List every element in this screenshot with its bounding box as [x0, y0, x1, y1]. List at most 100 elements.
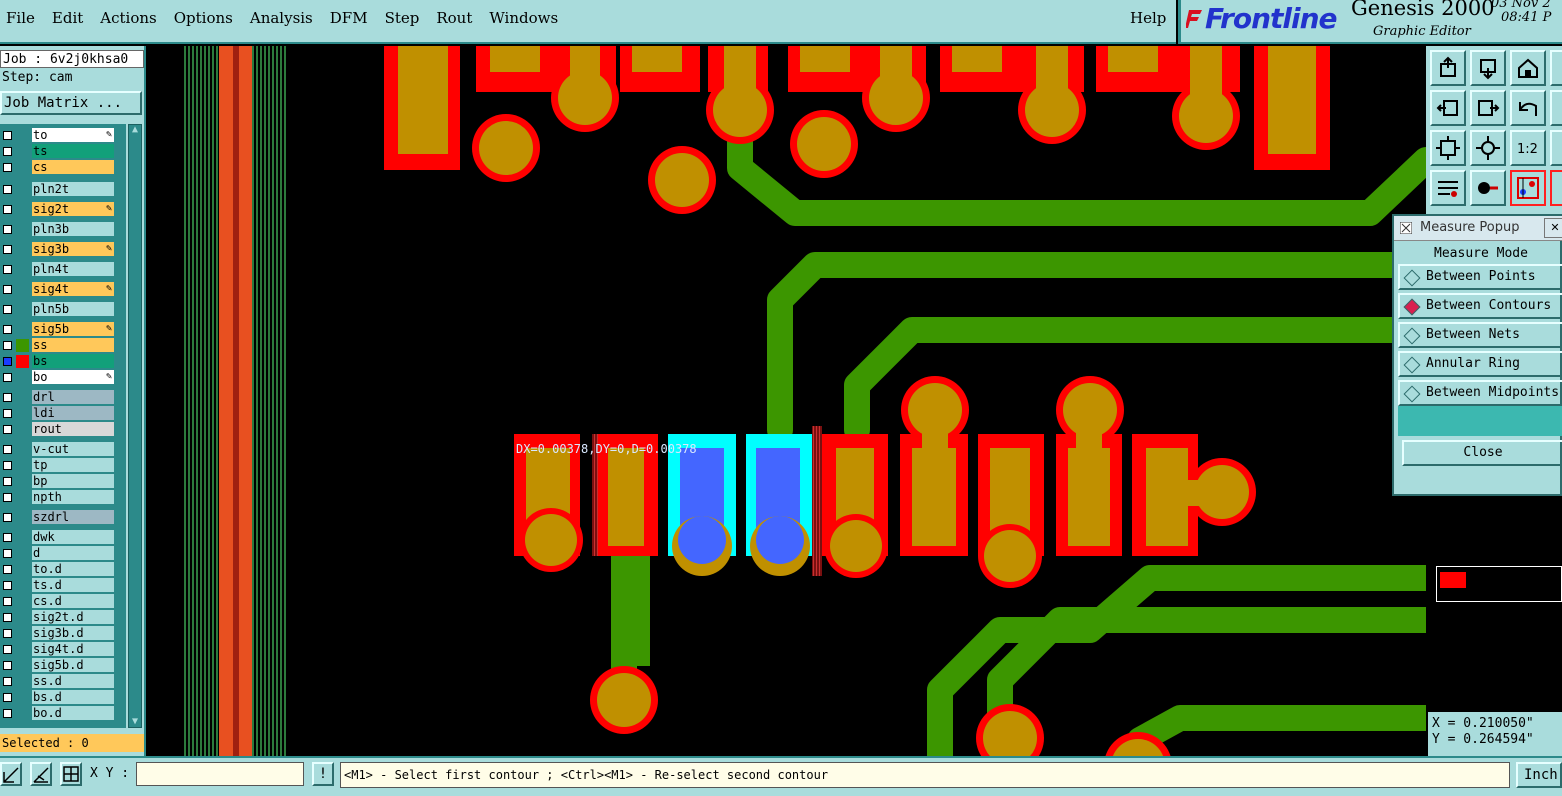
layer-row-bs[interactable]: bs [0, 354, 118, 368]
scroll-up-arrow-icon[interactable]: ▲ [129, 124, 141, 136]
layer-checkbox[interactable] [3, 341, 12, 350]
layer-row-sig5b.d[interactable]: sig5b.d [0, 658, 118, 672]
layer-checkbox[interactable] [3, 425, 12, 434]
layer-row-bo.d[interactable]: bo.d [0, 706, 118, 720]
menu-windows[interactable]: Windows [489, 9, 558, 27]
warning-button[interactable]: ! [312, 762, 334, 786]
menu-file[interactable]: File [6, 9, 35, 27]
mode-between-nets[interactable]: Between Nets [1398, 322, 1562, 348]
menu-help[interactable]: Help [1130, 9, 1166, 27]
zoom-fit-icon[interactable] [1430, 130, 1466, 166]
layer-checkbox[interactable] [3, 409, 12, 418]
layer-checkbox[interactable] [3, 581, 12, 590]
layer-name[interactable]: to ✎ [32, 128, 114, 142]
layer-list-scrollbar[interactable] [128, 124, 142, 728]
layer-name[interactable]: sig4t ✎ [32, 282, 114, 296]
layer-checkbox[interactable] [3, 629, 12, 638]
measure-tool-icon[interactable] [1510, 170, 1546, 206]
layer-row-npth[interactable]: npth [0, 490, 118, 504]
layer-checkbox[interactable] [3, 493, 12, 502]
layer-row-cs.d[interactable]: cs.d [0, 594, 118, 608]
layer-checkbox[interactable] [3, 163, 12, 172]
layer-row-ts.d[interactable]: ts.d [0, 578, 118, 592]
menu-actions[interactable]: Actions [100, 9, 156, 27]
layer-down-icon[interactable] [1470, 50, 1506, 86]
layer-row-ldi[interactable]: ldi [0, 406, 118, 420]
layer-name[interactable]: pln3b [32, 222, 114, 236]
layer-name[interactable]: d [32, 546, 114, 560]
layer-row-pln4t[interactable]: pln4t [0, 262, 118, 276]
window-menu-icon[interactable] [1400, 222, 1412, 234]
layer-checkbox[interactable] [3, 513, 12, 522]
tool-extra-icon[interactable] [1550, 50, 1562, 86]
layer-name[interactable]: npth [32, 490, 114, 504]
layer-row-to[interactable]: to ✎ [0, 128, 118, 142]
display-settings-icon[interactable] [1430, 170, 1466, 206]
layer-checkbox[interactable] [3, 393, 12, 402]
layer-name[interactable]: sig2t ✎ [32, 202, 114, 216]
layer-checkbox[interactable] [3, 357, 12, 366]
layer-checkbox[interactable] [3, 285, 12, 294]
xy-input[interactable] [136, 762, 304, 786]
layer-row-ss.d[interactable]: ss.d [0, 674, 118, 688]
layer-row-sig4t.d[interactable]: sig4t.d [0, 642, 118, 656]
layer-row-v-cut[interactable]: v-cut [0, 442, 118, 456]
graphic-canvas[interactable]: DX=0.00378,DY=0,D=0.00378 [146, 46, 1426, 756]
layer-name[interactable]: sig3b.d [32, 626, 114, 640]
layer-name[interactable]: szdrl [32, 510, 114, 524]
layer-checkbox[interactable] [3, 661, 12, 670]
layer-checkbox[interactable] [3, 147, 12, 156]
layer-row-sig4t[interactable]: sig4t ✎ [0, 282, 118, 296]
tool-extra-2-icon[interactable] [1550, 90, 1562, 126]
layer-row-sig2t[interactable]: sig2t ✎ [0, 202, 118, 216]
menu-options[interactable]: Options [174, 9, 233, 27]
layer-name[interactable]: sig3b ✎ [32, 242, 114, 256]
layer-name[interactable]: bo.d [32, 706, 114, 720]
mode-between-contours[interactable]: Between Contours [1398, 293, 1562, 319]
layer-name[interactable]: cs.d [32, 594, 114, 608]
layer-checkbox[interactable] [3, 461, 12, 470]
snap-icon[interactable] [0, 762, 22, 786]
layer-checkbox[interactable] [3, 325, 12, 334]
mode-between-points[interactable]: Between Points [1398, 264, 1562, 290]
zoom-1to2-icon[interactable]: 1:2 [1510, 130, 1546, 166]
layer-row-sig5b[interactable]: sig5b ✎ [0, 322, 118, 336]
layer-name[interactable]: sig4t.d [32, 642, 114, 656]
layer-checkbox[interactable] [3, 565, 12, 574]
layer-checkbox[interactable] [3, 677, 12, 686]
close-icon[interactable]: ✕ [1544, 218, 1562, 238]
close-button[interactable]: Close [1402, 440, 1562, 466]
layer-name[interactable]: bp [32, 474, 114, 488]
layer-name[interactable]: cs [32, 160, 114, 174]
layer-checkbox[interactable] [3, 205, 12, 214]
layer-name[interactable]: sig2t.d [32, 610, 114, 624]
menu-dfm[interactable]: DFM [330, 9, 368, 27]
layer-name[interactable]: bs.d [32, 690, 114, 704]
layer-name[interactable]: dwk [32, 530, 114, 544]
layer-name[interactable]: ss [32, 338, 114, 352]
layer-name[interactable]: pln5b [32, 302, 114, 316]
layer-row-rout[interactable]: rout [0, 422, 118, 436]
layer-row-pln3b[interactable]: pln3b [0, 222, 118, 236]
layer-name[interactable]: ts.d [32, 578, 114, 592]
layer-name[interactable]: bs [32, 354, 114, 368]
layer-row-pln2t[interactable]: pln2t [0, 182, 118, 196]
mode-annular-ring[interactable]: Annular Ring [1398, 351, 1562, 377]
layer-name[interactable]: ldi [32, 406, 114, 420]
layer-row-d[interactable]: d [0, 546, 118, 560]
layer-row-cs[interactable]: cs [0, 160, 118, 174]
home-icon[interactable] [1510, 50, 1546, 86]
layer-name[interactable]: tp [32, 458, 114, 472]
layer-name[interactable]: ts [32, 144, 114, 158]
pan-left-icon[interactable] [1430, 90, 1466, 126]
menu-step[interactable]: Step [385, 9, 420, 27]
layer-row-pln5b[interactable]: pln5b [0, 302, 118, 316]
layer-name[interactable]: sig5b ✎ [32, 322, 114, 336]
layer-name[interactable]: rout [32, 422, 114, 436]
layer-row-ss[interactable]: ss [0, 338, 118, 352]
layer-row-bo[interactable]: bo ✎ [0, 370, 118, 384]
undo-view-icon[interactable] [1510, 90, 1546, 126]
layer-row-sig3b.d[interactable]: sig3b.d [0, 626, 118, 640]
zoom-center-icon[interactable] [1470, 130, 1506, 166]
layer-name[interactable]: bo ✎ [32, 370, 114, 384]
